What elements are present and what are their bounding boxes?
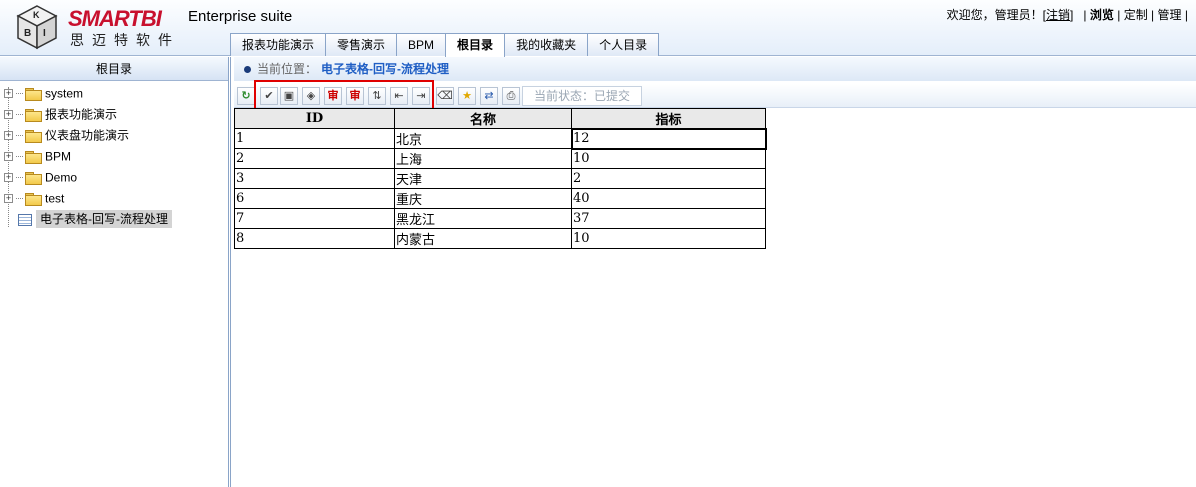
svg-text:B: B	[24, 28, 31, 39]
tab-personal-directory[interactable]: 个人目录	[587, 33, 660, 56]
refresh-icon[interactable]: ↻	[237, 87, 255, 105]
cell-id[interactable]: 1	[234, 128, 395, 149]
cell-metric[interactable]: 40	[571, 188, 766, 209]
product-suite-title: Enterprise suite	[188, 8, 293, 25]
customize-link[interactable]: 定制	[1124, 8, 1148, 22]
eraser-icon[interactable]: ⌫	[436, 87, 454, 105]
cell-name[interactable]: 北京	[394, 128, 572, 149]
report-view-panel: 当前位置： 电子表格-回写-流程处理 ↻ ✔ ▣ ◈ 审 审 ⇅ ⇤ ⇥ ⌫ ★ …	[234, 57, 1196, 487]
tree-item-system[interactable]: + system	[0, 83, 228, 104]
expand-icon[interactable]: +	[4, 110, 13, 120]
tab-report-demo[interactable]: 报表功能演示	[230, 33, 327, 56]
tree-item-label: system	[45, 86, 84, 101]
cell-metric[interactable]: 10	[571, 228, 766, 249]
tree-item-spreadsheet-writeback[interactable]: 电子表格-回写-流程处理	[0, 209, 228, 230]
tab-favorites[interactable]: 我的收藏夹	[504, 33, 589, 56]
cell-name[interactable]: 上海	[394, 148, 572, 169]
expand-icon[interactable]: +	[4, 173, 13, 183]
data-grid: ID 名称 指标 1 北京 12 2 上海 10 3 天津 2 6 重庆 40 …	[234, 108, 767, 249]
column-header-metric: 指标	[571, 108, 766, 129]
cell-name[interactable]: 黑龙江	[394, 208, 572, 229]
cell-id[interactable]: 3	[234, 168, 395, 189]
export-icon[interactable]: ⇄	[480, 87, 498, 105]
bullet-icon	[244, 66, 251, 74]
folder-icon	[25, 108, 42, 122]
expand-icon[interactable]: +	[4, 152, 13, 162]
app-window: K B I SMARTBI 思迈特软件 Enterprise suite 欢迎您…	[0, 0, 1196, 487]
tab-root-directory[interactable]: 根目录	[445, 33, 506, 57]
separator: |	[1117, 8, 1121, 22]
folder-icon	[25, 129, 42, 143]
header-bar: K B I SMARTBI 思迈特软件 Enterprise suite 欢迎您…	[0, 0, 1196, 57]
expand-icon[interactable]: +	[4, 89, 13, 99]
tab-bpm[interactable]: BPM	[396, 33, 447, 56]
table-row: 2 上海 10	[234, 148, 766, 169]
cell-name[interactable]: 天津	[394, 168, 572, 189]
cube-logo-icon: K B I	[16, 5, 58, 50]
cell-metric[interactable]: 2	[571, 168, 766, 189]
manage-link[interactable]: 管理	[1158, 8, 1182, 22]
separator: |	[1083, 8, 1087, 22]
tree-item-label: BPM	[45, 149, 72, 164]
table-row: 7 黑龙江 37	[234, 208, 766, 229]
cell-id[interactable]: 7	[234, 208, 395, 229]
favorite-icon[interactable]: ★	[458, 87, 476, 105]
table-row: 6 重庆 40	[234, 188, 766, 209]
table-row: 1 北京 12	[234, 127, 767, 150]
tree-item-label: 报表功能演示	[45, 107, 118, 122]
status-field: 当前状态：已提交	[522, 86, 642, 106]
logout-link[interactable]: 注销	[1046, 8, 1070, 22]
column-header-id: ID	[234, 108, 395, 129]
top-links: 欢迎您，管理员！[注销] | 浏览 | 定制 | 管理 |	[947, 6, 1188, 23]
tree-item-demo[interactable]: + Demo	[0, 167, 228, 188]
tree-item-bpm[interactable]: + BPM	[0, 146, 228, 167]
tree-item-dashboard-demo[interactable]: + 仪表盘功能演示	[0, 125, 228, 146]
tree-item-label: test	[45, 191, 65, 206]
table-row: 8 内蒙古 10	[234, 228, 766, 249]
browse-link[interactable]: 浏览	[1090, 8, 1114, 22]
folder-icon	[25, 150, 42, 164]
cell-id[interactable]: 8	[234, 228, 395, 249]
folder-icon	[25, 171, 42, 185]
svg-text:I: I	[43, 28, 46, 39]
cell-metric[interactable]: 37	[571, 208, 766, 229]
cell-metric[interactable]: 10	[571, 148, 766, 169]
print-icon[interactable]: ⎙	[502, 87, 520, 105]
resource-tree: + system + 报表功能演示 + 仪表盘功能演示 + BPM + Demo + tes…	[0, 81, 228, 230]
expand-icon[interactable]: +	[4, 131, 13, 141]
tree-panel-title: 根目录	[0, 57, 228, 81]
breadcrumb-prefix: 当前位置：	[257, 62, 318, 76]
table-header-row: ID 名称 指标	[234, 108, 766, 129]
folder-icon	[25, 87, 42, 101]
welcome-close: ]	[1070, 8, 1074, 22]
breadcrumb-current[interactable]: 电子表格-回写-流程处理	[321, 62, 449, 76]
tab-retail-demo[interactable]: 零售演示	[325, 33, 398, 56]
breadcrumb: 当前位置： 电子表格-回写-流程处理	[234, 57, 1196, 81]
tree-item-label: 电子表格-回写-流程处理	[36, 210, 172, 229]
brand-name: SMARTBI	[68, 6, 162, 31]
separator: |	[1184, 8, 1188, 22]
expand-icon[interactable]: +	[4, 194, 13, 204]
resource-tree-panel: 根目录 + system + 报表功能演示 + 仪表盘功能演示 + BPM + Demo …	[0, 57, 231, 487]
table-row: 3 天津 2	[234, 168, 766, 189]
brand-chinese-name: 思迈特软件	[70, 32, 180, 48]
cell-metric[interactable]: 12	[570, 127, 767, 150]
svg-text:K: K	[33, 10, 40, 20]
cell-name[interactable]: 重庆	[394, 188, 572, 209]
tree-item-test[interactable]: + test	[0, 188, 228, 209]
tree-item-report-demo[interactable]: + 报表功能演示	[0, 104, 228, 125]
cell-id[interactable]: 2	[234, 148, 395, 169]
cell-id[interactable]: 6	[234, 188, 395, 209]
tree-item-label: 仪表盘功能演示	[45, 128, 130, 143]
spreadsheet-icon	[18, 213, 32, 226]
main-tabs: 报表功能演示 零售演示 BPM 根目录 我的收藏夹 个人目录	[230, 33, 660, 57]
column-header-name: 名称	[394, 108, 572, 129]
tree-item-label: Demo	[45, 170, 78, 185]
welcome-text: 欢迎您，管理员！[	[946, 8, 1047, 22]
folder-icon	[25, 192, 42, 206]
cell-name[interactable]: 内蒙古	[394, 228, 572, 249]
separator: |	[1151, 8, 1155, 22]
